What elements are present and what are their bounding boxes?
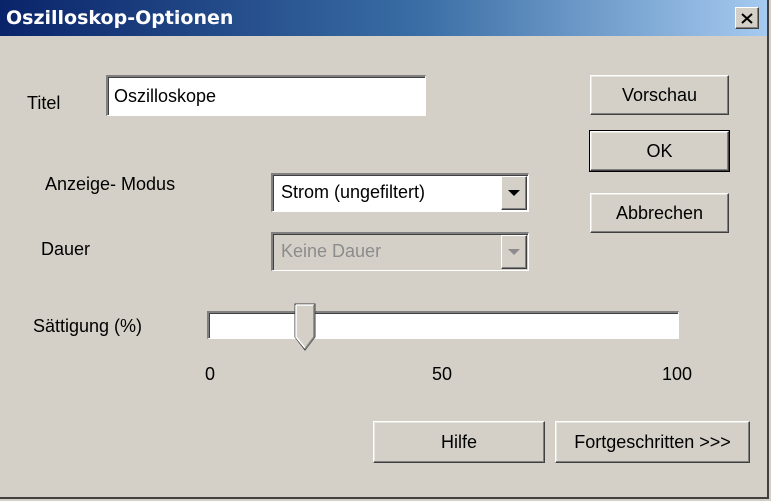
title-label: Titel [27,93,61,113]
preview-button[interactable]: Vorschau [590,75,729,115]
mode-label: Anzeige- Modus [45,174,176,194]
slider-tick-label: 0 [205,364,216,384]
duration-label: Dauer [41,239,91,259]
cancel-button[interactable]: Abbrechen [590,193,729,233]
window-title: Oszilloskop-Optionen [6,7,234,29]
saturation-slider-thumb[interactable] [294,303,316,351]
advanced-button[interactable]: Fortgeschritten >>> [555,421,750,463]
chevron-down-icon [508,190,520,196]
duration-dropdown-button [501,235,527,269]
mode-dropdown-button[interactable] [501,176,527,210]
mode-select-value: Strom (ungefiltert) [281,182,426,202]
help-button[interactable]: Hilfe [373,421,545,463]
title-input[interactable] [106,75,426,116]
duration-select-value: Keine Dauer [281,241,382,261]
slider-tick-label: 50 [432,364,453,384]
title-bar[interactable]: Oszilloskop-Optionen [0,0,767,36]
ok-button[interactable]: OK [589,130,730,172]
close-icon [741,12,753,24]
dialog-window: Oszilloskop-Optionen Titel Vorschau OK A… [0,0,769,499]
mode-select[interactable]: Strom (ungefiltert) [271,173,529,212]
saturation-label: Sättigung (%) [33,316,143,336]
saturation-slider-track[interactable] [207,311,679,339]
slider-tick-label: 100 [662,364,693,384]
chevron-down-icon [508,249,520,255]
close-button[interactable] [735,7,759,29]
duration-select: Keine Dauer [271,232,529,271]
